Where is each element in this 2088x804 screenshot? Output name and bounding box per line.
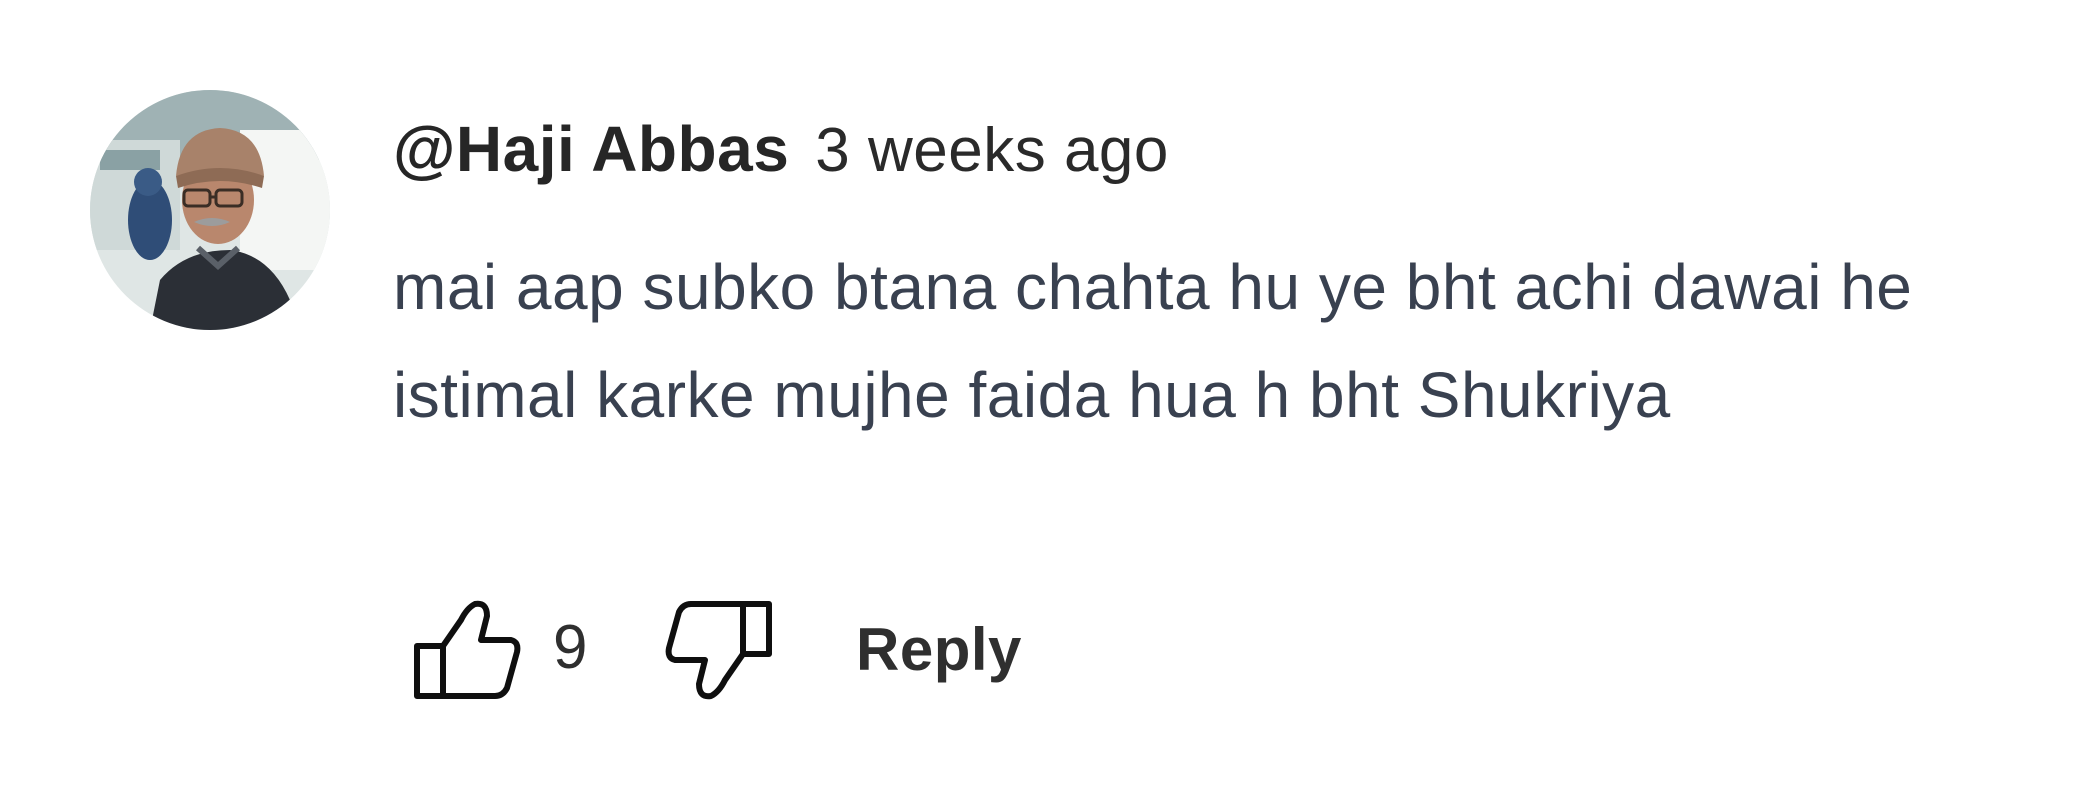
thumbs-up-icon (414, 600, 521, 699)
author-name[interactable]: @Haji Abbas (393, 112, 789, 186)
reply-button[interactable]: Reply (856, 615, 1022, 684)
dislike-button[interactable] (663, 590, 783, 710)
like-button[interactable] (403, 590, 523, 710)
thumbs-down-icon (665, 601, 772, 700)
like-count: 9 (553, 613, 588, 682)
comment-timestamp[interactable]: 3 weeks ago (815, 115, 1169, 186)
comment-text: mai aap subko btana chahta hu ye bht ach… (393, 251, 1913, 431)
avatar-photo (90, 90, 330, 330)
comment: @Haji Abbas 3 weeks ago mai aap subko bt… (0, 0, 2088, 804)
comment-header: @Haji Abbas 3 weeks ago (393, 112, 1169, 192)
avatar[interactable] (90, 90, 330, 330)
